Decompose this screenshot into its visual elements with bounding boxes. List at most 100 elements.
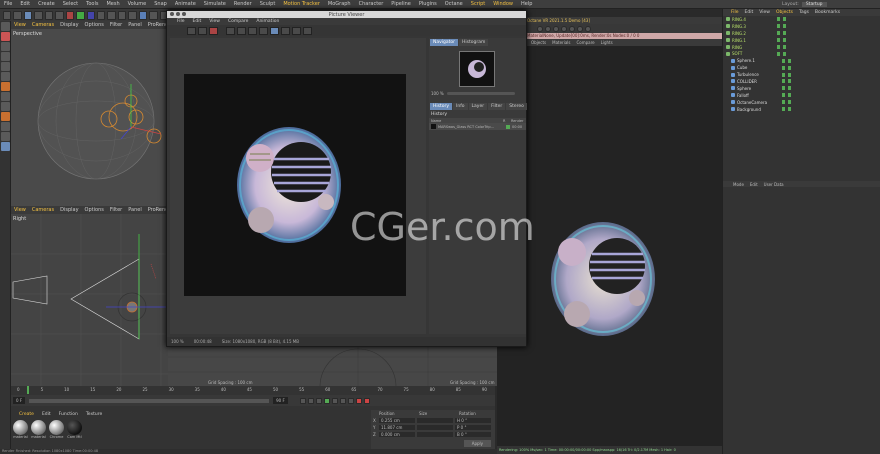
menu-item-mesh[interactable]: Mesh xyxy=(106,1,119,7)
viewport-menu-view[interactable]: View xyxy=(14,22,26,28)
grid-icon[interactable] xyxy=(1,132,10,141)
maximize-icon[interactable] xyxy=(182,12,186,16)
enable-check-icon[interactable] xyxy=(788,93,791,98)
attr-menu-edit[interactable]: Edit xyxy=(750,182,758,187)
scale-icon[interactable] xyxy=(44,10,54,20)
visibility-dot-icon[interactable] xyxy=(777,24,780,29)
polygons-mode-icon[interactable] xyxy=(1,72,10,81)
zoom-slider[interactable] xyxy=(446,92,515,95)
menu-item-pipeline[interactable]: Pipeline xyxy=(391,1,411,7)
redo-icon[interactable] xyxy=(13,10,22,20)
goto-end-icon[interactable] xyxy=(347,397,354,404)
pv-menu-edit[interactable]: Edit xyxy=(193,19,202,24)
coord-size-field[interactable] xyxy=(417,418,453,423)
menu-item-script[interactable]: Script xyxy=(471,1,486,7)
viewport-strip[interactable]: Grid Spacing : 100 cm Grid Spacing : 100… xyxy=(168,347,497,426)
y-axis-icon[interactable] xyxy=(76,10,85,20)
goto-start-icon[interactable] xyxy=(299,397,306,404)
enable-check-icon[interactable] xyxy=(783,51,786,56)
coord-size-field[interactable] xyxy=(417,425,453,430)
image-canvas-area[interactable] xyxy=(170,38,426,334)
coord-position-field[interactable]: 0.255 cm xyxy=(379,418,415,423)
attr-menu-user-data[interactable]: User Data xyxy=(764,182,784,187)
material-menu-edit[interactable]: Edit xyxy=(42,412,51,417)
render-view-icon[interactable] xyxy=(187,26,196,35)
record-icon[interactable] xyxy=(355,397,362,404)
object-row[interactable]: Sphere.1 xyxy=(723,57,880,64)
tab-navigator[interactable]: Navigator xyxy=(430,39,459,46)
enable-check-icon[interactable] xyxy=(788,100,791,105)
next-frame-icon[interactable] xyxy=(331,397,338,404)
select-arrow-icon[interactable] xyxy=(23,10,33,20)
render-tab-compare[interactable]: Compare xyxy=(576,40,594,45)
material-menu-create[interactable]: Create xyxy=(19,412,34,417)
fit-icon[interactable] xyxy=(292,26,301,35)
viewport-menu-display[interactable]: Display xyxy=(60,22,78,28)
visibility-dot-icon[interactable] xyxy=(782,72,785,77)
stop-render-icon[interactable] xyxy=(209,26,218,35)
object-row[interactable]: Sphere xyxy=(723,85,880,92)
start-render-icon[interactable] xyxy=(537,25,543,32)
tab-layer[interactable]: Layer xyxy=(468,103,488,110)
object-row[interactable]: Turbulence xyxy=(723,71,880,78)
menu-item-sculpt[interactable]: Sculpt xyxy=(260,1,276,7)
move-icon[interactable] xyxy=(34,10,43,20)
material-swatch[interactable]: Chrome xyxy=(49,420,64,439)
viewport-menu-view[interactable]: View xyxy=(14,207,26,213)
enable-check-icon[interactable] xyxy=(788,65,791,70)
enable-check-icon[interactable] xyxy=(783,45,786,49)
layout-value[interactable]: Startup xyxy=(801,2,827,7)
viewport-menu-options[interactable]: Options xyxy=(85,22,104,28)
visibility-dot-icon[interactable] xyxy=(777,17,780,22)
object-row[interactable]: COLLIDER xyxy=(723,78,880,85)
coord-rotation-field[interactable]: P 0 ° xyxy=(455,425,491,430)
restart-render-icon[interactable] xyxy=(545,25,551,32)
attr-menu-mode[interactable]: Mode xyxy=(733,182,744,187)
object-row[interactable]: Falloff xyxy=(723,92,880,99)
z-axis-icon[interactable] xyxy=(86,10,95,20)
material-swatch[interactable]: material xyxy=(31,420,46,439)
region-icon[interactable] xyxy=(585,25,591,32)
autokey-icon[interactable] xyxy=(363,397,370,404)
history-row[interactable]: MARSwas_Glass RCT ColorTrip… 00:00 xyxy=(429,123,526,130)
playhead[interactable] xyxy=(27,386,29,394)
single-view-icon[interactable] xyxy=(281,26,290,35)
visibility-dot-icon[interactable] xyxy=(782,93,785,98)
visibility-dot-icon[interactable] xyxy=(777,31,780,36)
start-frame-field[interactable]: 0 F xyxy=(13,397,26,404)
menu-item-create[interactable]: Create xyxy=(38,1,55,7)
close-icon[interactable] xyxy=(170,12,174,16)
menu-item-mograph[interactable]: MoGraph xyxy=(328,1,351,7)
pv-menu-view[interactable]: View xyxy=(209,19,220,24)
x-axis-icon[interactable] xyxy=(65,10,75,20)
menu-item-animate[interactable]: Animate xyxy=(175,1,196,7)
viewport-menu-cameras[interactable]: Cameras xyxy=(32,22,54,28)
ab-compare-b-icon[interactable] xyxy=(237,26,246,35)
visibility-dot-icon[interactable] xyxy=(777,38,780,43)
objmgr-menu-tags[interactable]: Tags xyxy=(799,10,809,15)
visibility-dot-icon[interactable] xyxy=(782,107,785,112)
rotate-icon[interactable] xyxy=(55,10,64,20)
material-menu-function[interactable]: Function xyxy=(59,412,78,417)
menu-item-tools[interactable]: Tools xyxy=(86,1,98,7)
object-row[interactable]: RING xyxy=(723,44,880,51)
layout-selector[interactable]: Layout: Startup xyxy=(782,0,827,9)
material-swatch[interactable]: Cam Mtl xyxy=(67,420,82,439)
coord-rotation-field[interactable]: B 0 ° xyxy=(455,432,491,437)
timeline-ruler[interactable]: 0 5 10 15 20 25 30 35 40 45 50 55 60 65 70 75 80 85 90 xyxy=(11,386,495,393)
visibility-dot-icon[interactable] xyxy=(777,45,780,49)
visibility-dot-icon[interactable] xyxy=(782,86,785,91)
tab-history[interactable]: History xyxy=(430,103,453,110)
region-icon[interactable] xyxy=(303,26,312,35)
menu-item-edit[interactable]: Edit xyxy=(20,1,30,7)
pause-render-icon[interactable] xyxy=(553,25,559,32)
material-menu-texture[interactable]: Texture xyxy=(86,412,102,417)
pv-menu-animation[interactable]: Animation xyxy=(256,19,279,24)
enable-check-icon[interactable] xyxy=(788,86,791,91)
objmgr-menu-edit[interactable]: Edit xyxy=(745,10,754,15)
visibility-dot-icon[interactable] xyxy=(782,79,785,84)
menu-item-volume[interactable]: Volume xyxy=(128,1,147,7)
frame-range-slider[interactable] xyxy=(29,398,270,403)
minimize-icon[interactable] xyxy=(176,12,180,16)
apply-button[interactable]: Apply xyxy=(463,440,491,447)
